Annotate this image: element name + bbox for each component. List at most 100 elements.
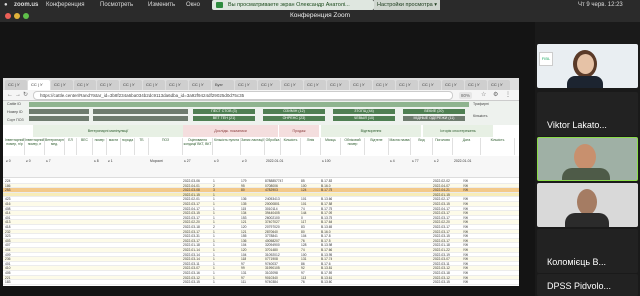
column-filter-value[interactable]: ≥ 0 xyxy=(6,159,11,163)
filter-chip[interactable]: ЗТОПЦ (44) xyxy=(333,109,395,114)
browser-tab[interactable]: СС | У xyxy=(143,80,165,90)
column-header[interactable]: порода xyxy=(121,138,135,155)
browser-tab[interactable]: СС | У xyxy=(373,80,395,90)
browser-tab[interactable]: СС | У xyxy=(442,80,464,90)
column-header[interactable]: масти xyxy=(107,138,121,155)
filter-chip[interactable]: ВЕТ ТЕН (21) xyxy=(193,116,255,121)
browser-tab[interactable]: СС | У xyxy=(28,80,50,90)
column-header[interactable]: Лінія xyxy=(301,138,321,155)
column-filter-value[interactable]: ≥ 0 xyxy=(26,159,31,163)
participant-tile-6[interactable]: DPSS Pidvolo... xyxy=(537,274,638,296)
browser-tab[interactable]: СС | У xyxy=(120,80,142,90)
zoom-window-button[interactable] xyxy=(23,13,29,19)
filter-chip[interactable]: ОНРЕНС (23) xyxy=(263,116,325,121)
forward-icon[interactable]: → xyxy=(15,92,21,99)
column-filter-value[interactable]: ≤ 8 xyxy=(94,159,99,163)
table-row[interactable]: 183 2022-03-15 1 111 9740384 76 В.13.60 2022-03… xyxy=(3,280,519,285)
column-header[interactable]: Відтеле xyxy=(365,138,389,155)
filter-bar-top[interactable] xyxy=(29,102,469,107)
browser-tab[interactable]: Бухг xyxy=(212,80,234,90)
column-header[interactable]: Кількість xyxy=(281,138,301,155)
browser-tab[interactable]: СС | У xyxy=(258,80,280,90)
menu-item-conference[interactable]: Конференция xyxy=(46,0,84,10)
column-header[interactable]: Обробка xyxy=(265,138,281,155)
share-banner-text: Вы просматриваете экран Олександр Анатол… xyxy=(228,2,350,8)
participant-tile-2[interactable]: Viktor Lakato... xyxy=(537,92,638,136)
menu-item-edit[interactable]: Изменить xyxy=(148,0,175,10)
participant-tile-1[interactable]: FIBL xyxy=(537,44,638,88)
menu-item-window[interactable]: Окно xyxy=(186,0,200,10)
browser-tab[interactable]: СС | У xyxy=(327,80,349,90)
view-options-dropdown[interactable]: Настройки просмотра ▾ xyxy=(374,0,440,10)
browser-tab[interactable]: СС | У xyxy=(5,80,27,90)
column-header[interactable]: ВЕС xyxy=(77,138,93,155)
minimize-window-button[interactable] xyxy=(14,13,20,19)
browser-tab[interactable]: СС | У xyxy=(97,80,119,90)
filter-chip[interactable]: ОЗИМІН (12) xyxy=(263,109,325,114)
column-header[interactable]: Масна назва xyxy=(389,138,411,155)
column-header[interactable]: Обліковий номер xyxy=(341,138,365,155)
filter-chip[interactable]: ПЕСТ СТОВ (3) xyxy=(193,109,255,114)
apple-icon[interactable]: ● xyxy=(4,0,8,10)
column-header[interactable]: Запис лактації xyxy=(241,138,265,155)
column-header[interactable]: Оцінювання кондиції ВКТ, ВКТ xyxy=(183,138,213,155)
column-header[interactable]: Дата xyxy=(453,138,481,155)
column-header[interactable]: ПОЗ xyxy=(149,138,183,155)
column-filter-value[interactable]: ≤ 0 xyxy=(214,159,219,163)
column-filter-value[interactable]: ≤ 4 xyxy=(390,159,395,163)
filter-chip[interactable]: МІДНЫЕ ОДЕРЕЖИ (11) xyxy=(403,116,465,121)
filter-chip[interactable]: ВЕКИЕ (20) xyxy=(403,109,465,114)
column-filter-value[interactable]: ≤ 100 xyxy=(322,159,330,163)
browser-tab[interactable]: СС | У xyxy=(235,80,257,90)
column-header[interactable]: Кількість xyxy=(481,138,515,155)
reload-icon[interactable]: ↻ xyxy=(23,92,28,99)
column-header[interactable]: Місяць xyxy=(321,138,341,155)
column-header[interactable]: ТБ xyxy=(135,138,149,155)
participant-tile-5[interactable]: Коломієць В... xyxy=(537,229,638,273)
column-header[interactable]: номер xyxy=(93,138,107,155)
browser-tab[interactable]: СС | У xyxy=(189,80,211,90)
close-window-button[interactable] xyxy=(5,13,11,19)
menu-app-name[interactable]: zoom.us xyxy=(14,0,38,10)
participant-tile-3-active-speaker[interactable] xyxy=(537,137,638,181)
browser-tab[interactable]: СС | У xyxy=(51,80,73,90)
browser-tab[interactable]: СС | У xyxy=(396,80,418,90)
column-filter-value[interactable]: ≤ 2 xyxy=(434,159,439,163)
column-header[interactable]: Інвентарний номер, н/р xyxy=(5,138,25,155)
back-icon[interactable]: ← xyxy=(7,92,13,99)
column-filter-value[interactable]: ≤ 7 xyxy=(46,159,51,163)
column-filter-value[interactable]: 2022-01-01 xyxy=(266,159,283,163)
filter-bar[interactable] xyxy=(93,109,188,114)
filter-bar[interactable] xyxy=(29,116,89,121)
filter-bar[interactable] xyxy=(29,109,89,114)
column-filter-value[interactable]: Моросні xyxy=(150,159,163,163)
browser-tab[interactable]: СС | У xyxy=(304,80,326,90)
column-filter-value[interactable]: ≤ 77 xyxy=(412,159,419,163)
column-filter-value[interactable]: ≥ 1 xyxy=(108,159,113,163)
url-field[interactable]: https://cattle.center/Rand?tstar_id=3b8f… xyxy=(33,91,453,100)
zoom-level-badge[interactable]: 80% xyxy=(459,92,473,99)
browser-tab[interactable]: СС | У xyxy=(419,80,441,90)
column-header[interactable]: Вид xyxy=(411,138,433,155)
browser-tab[interactable]: СС | У xyxy=(74,80,96,90)
column-filter-value[interactable]: ≥ 0 xyxy=(242,159,247,163)
extensions-icon[interactable]: ⚙ xyxy=(493,92,498,99)
browser-tab[interactable]: СС | У xyxy=(281,80,303,90)
browser-menu-icon[interactable]: ⋮ xyxy=(505,92,511,99)
browser-tab[interactable]: СС | У xyxy=(166,80,188,90)
browser-tab[interactable]: СС | У xyxy=(488,80,510,90)
filter-chip[interactable]: ЧЕВЫЙ (10) xyxy=(333,116,395,121)
column-header[interactable]: Інвентарний номер, н xyxy=(25,138,45,155)
bookmark-star-icon[interactable]: ☆ xyxy=(481,92,486,99)
column-filter-value[interactable]: 2022-01-01 xyxy=(454,159,471,163)
participant-tile-4[interactable] xyxy=(537,183,638,227)
filter-bar[interactable] xyxy=(93,116,188,121)
menu-item-view[interactable]: Посмотреть xyxy=(100,0,133,10)
browser-tab[interactable]: СС | У xyxy=(465,80,487,90)
column-filter-value[interactable]: ≤ 27 xyxy=(184,159,191,163)
column-header[interactable]: Ветеринарний мед. xyxy=(45,138,65,155)
column-header[interactable]: Поголовя xyxy=(433,138,453,155)
column-header[interactable]: Кількість пункта xyxy=(213,138,241,155)
column-header[interactable]: ЕЛ xyxy=(65,138,77,155)
browser-tab[interactable]: СС | У xyxy=(350,80,372,90)
